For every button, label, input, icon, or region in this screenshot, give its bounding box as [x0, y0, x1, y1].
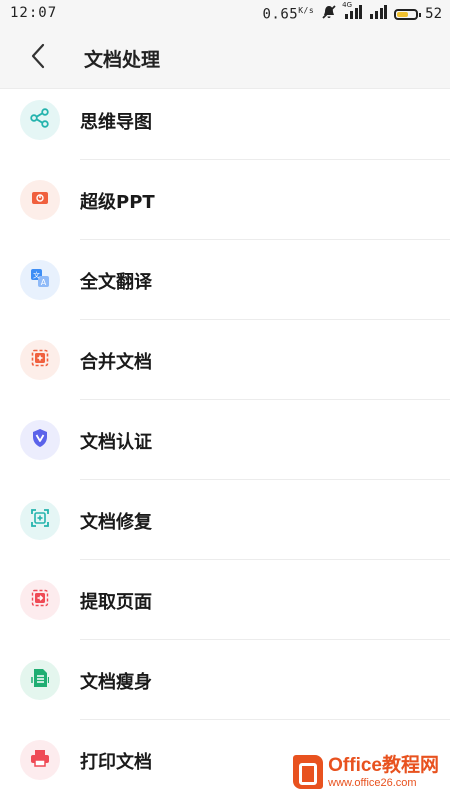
watermark-title: Office教程网 [328, 754, 439, 776]
signal-icon [369, 5, 388, 23]
translation-icon-bg: 文A [20, 260, 60, 300]
status-icons: 0.65K/s 4G 52 [262, 1, 442, 24]
list-item-label: 全文翻译 [80, 272, 152, 293]
repair-frame-icon [30, 508, 50, 532]
list-item-label: 思维导图 [80, 112, 152, 133]
office-logo-icon [293, 755, 324, 789]
svg-text:A: A [41, 278, 47, 287]
certification-icon-bg [20, 420, 60, 460]
back-button[interactable] [22, 42, 54, 74]
list-item-label: 超级PPT [80, 192, 155, 213]
merge-document-icon [31, 349, 49, 371]
chevron-left-icon [30, 43, 46, 73]
translate-icon: 文A [30, 268, 50, 292]
list-item-extract-pages[interactable]: 提取页面 [0, 560, 450, 640]
extract-page-icon [31, 589, 49, 611]
presentation-icon [31, 190, 49, 210]
status-bar: 12:07 0.65K/s 4G 52 [0, 0, 450, 28]
slim-document-icon [31, 668, 50, 692]
tool-list: 思维导图 超级PPT 文A 全文翻译 合并文档 文档认证 文档修复 提取页面 文… [0, 80, 450, 800]
list-item-mind-map[interactable]: 思维导图 [0, 80, 450, 160]
watermark: Office教程网 www.office26.com [288, 752, 444, 792]
print-icon-bg [20, 740, 60, 780]
status-time: 12:07 [10, 5, 58, 21]
mind-map-icon-bg [20, 100, 60, 140]
svg-text:文: 文 [33, 271, 40, 280]
battery-icon [394, 8, 422, 20]
slimming-icon-bg [20, 660, 60, 700]
list-item-label: 文档瘦身 [80, 672, 152, 693]
shield-v-icon [31, 428, 49, 452]
list-item-super-ppt[interactable]: 超级PPT [0, 160, 450, 240]
list-item-document-certification[interactable]: 文档认证 [0, 400, 450, 480]
printer-icon [30, 749, 50, 771]
mute-icon [321, 4, 337, 24]
list-item-document-slimming[interactable]: 文档瘦身 [0, 640, 450, 720]
share-nodes-icon [30, 108, 50, 132]
network-speed: 0.65K/s [262, 5, 315, 23]
super-ppt-icon-bg [20, 180, 60, 220]
list-item-label: 合并文档 [80, 352, 152, 373]
list-item-merge-documents[interactable]: 合并文档 [0, 320, 450, 400]
merge-icon-bg [20, 340, 60, 380]
extract-icon-bg [20, 580, 60, 620]
list-item-full-translation[interactable]: 文A 全文翻译 [0, 240, 450, 320]
watermark-url: www.office26.com [328, 776, 417, 789]
battery-level: 52 [425, 6, 442, 22]
page-title: 文档处理 [84, 49, 161, 71]
list-item-label: 文档修复 [80, 512, 152, 533]
list-item-label: 文档认证 [80, 432, 152, 453]
repair-icon-bg [20, 500, 60, 540]
list-item-document-repair[interactable]: 文档修复 [0, 480, 450, 560]
list-item-label: 打印文档 [80, 752, 152, 773]
signal-4g-icon: 4G [342, 1, 363, 23]
list-item-label: 提取页面 [80, 592, 152, 613]
